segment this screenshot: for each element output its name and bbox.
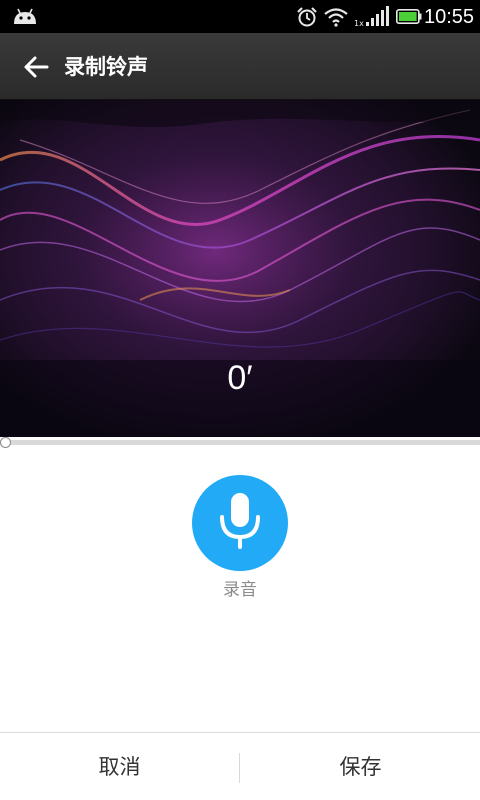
svg-text:1x: 1x [354,19,364,28]
cancel-button[interactable]: 取消 [0,733,239,800]
wifi-icon [324,8,348,27]
android-icon [14,8,36,24]
status-clock: 10:55 [424,6,475,28]
record-progress-bar[interactable] [0,437,480,448]
record-timer: 0′ [227,359,253,397]
arrow-left-icon[interactable] [22,53,52,81]
action-bar: 录制铃声 [0,33,480,100]
alarm-icon [297,7,317,27]
progress-track [0,440,480,445]
record-ringtone-screen: 1x 10:55 录制铃声 0′ 录音 取消 保存 [0,0,480,800]
record-label: 录音 [223,580,257,600]
bottom-action-bar: 取消 保存 [0,732,480,800]
progress-thumb[interactable] [0,437,11,448]
status-bar: 1x 10:55 [0,0,480,33]
save-button[interactable]: 保存 [241,733,480,800]
page-title: 录制铃声 [64,55,148,79]
battery-icon [396,9,422,24]
record-button[interactable] [192,475,288,571]
recording-visual: 0′ [0,100,480,437]
microphone-icon [220,493,260,549]
button-divider [239,753,240,783]
signal-icon: 1x [354,6,389,28]
